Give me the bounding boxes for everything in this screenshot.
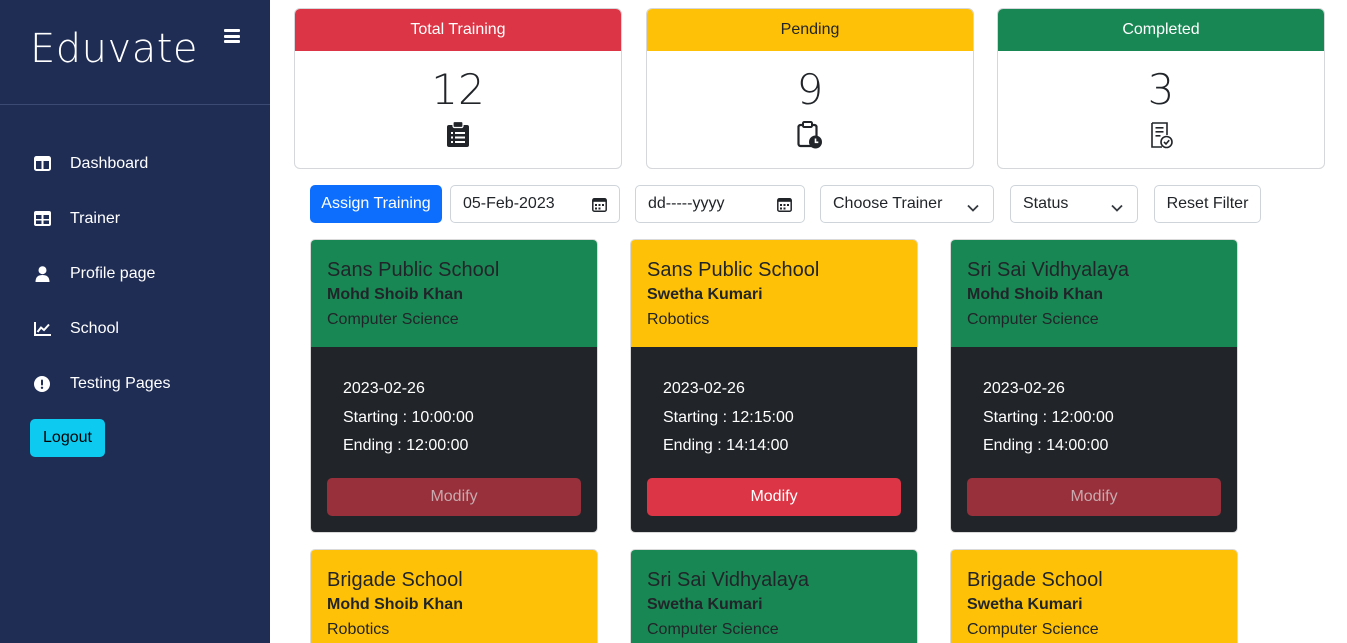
sidebar-item-label: Profile page <box>70 264 156 282</box>
stat-card-total: Total Training 12 <box>294 8 622 169</box>
date-from-input[interactable]: 05-Feb-2023 <box>450 185 620 223</box>
training-card: Brigade School Mohd Shoib Khan Robotics <box>310 549 598 643</box>
modify-button: Modify <box>967 478 1221 516</box>
sidebar-item-dashboard[interactable]: Dashboard <box>0 136 270 191</box>
training-card-header: Brigade School Mohd Shoib Khan Robotics <box>311 550 597 643</box>
training-card-body: 2023-02-26 Starting : 10:00:00 Ending : … <box>311 347 597 532</box>
training-trainer: Mohd Shoib Khan <box>967 286 1103 303</box>
training-card-header: Sans Public School Swetha Kumari Robotic… <box>631 240 917 347</box>
sidebar-item-trainer[interactable]: Trainer <box>0 191 270 246</box>
logout-button[interactable]: Logout <box>30 419 105 457</box>
training-card: Sri Sai Vidhyalaya Swetha Kumari Compute… <box>630 549 918 643</box>
training-school: Sans Public School <box>647 259 820 281</box>
stat-value: 9 <box>796 65 824 114</box>
calendar-icon[interactable] <box>777 197 792 217</box>
stat-label: Completed <box>998 9 1324 51</box>
stat-label: Pending <box>647 9 973 51</box>
date-to-value: dd-----yyyy <box>648 195 725 212</box>
exclamation-circle-icon <box>33 375 51 393</box>
date-from-value: 05-Feb-2023 <box>463 195 555 212</box>
reset-filter-button[interactable]: Reset Filter <box>1154 185 1261 223</box>
training-school: Brigade School <box>327 569 463 591</box>
training-subject: Computer Science <box>327 311 459 328</box>
training-trainer: Swetha Kumari <box>647 286 763 303</box>
modify-button[interactable]: Modify <box>647 478 901 516</box>
sidebar-item-school[interactable]: School <box>0 301 270 356</box>
training-end-time: Ending : 14:14:00 <box>663 437 789 454</box>
training-card-header: Sri Sai Vidhyalaya Mohd Shoib Khan Compu… <box>951 240 1237 347</box>
sidebar-item-testing-pages[interactable]: Testing Pages <box>0 356 270 411</box>
sidebar: Eduvate Dashboard Trainer Profile page S… <box>0 0 270 643</box>
training-date: 2023-02-26 <box>663 380 745 397</box>
training-school: Sri Sai Vidhyalaya <box>647 569 809 591</box>
assign-training-button[interactable]: Assign Training <box>310 185 442 223</box>
training-start-time: Starting : 10:00:00 <box>343 408 474 426</box>
training-school: Brigade School <box>967 569 1103 591</box>
training-end-time: Ending : 14:00:00 <box>983 437 1109 454</box>
training-card: Sans Public School Mohd Shoib Khan Compu… <box>310 239 598 533</box>
training-card: Sans Public School Swetha Kumari Robotic… <box>630 239 918 533</box>
training-start-time: Starting : 12:00:00 <box>983 408 1114 426</box>
training-trainer: Swetha Kumari <box>647 596 763 613</box>
training-subject: Computer Science <box>967 621 1099 638</box>
training-subject: Computer Science <box>967 311 1099 328</box>
training-school: Sans Public School <box>327 259 500 281</box>
stat-label: Total Training <box>295 9 621 51</box>
stat-card-completed: Completed 3 <box>997 8 1325 169</box>
modify-button: Modify <box>327 478 581 516</box>
stat-value: 3 <box>1147 65 1175 114</box>
date-to-input[interactable]: dd-----yyyy <box>635 185 805 223</box>
training-trainer: Mohd Shoib Khan <box>327 286 463 303</box>
training-subject: Computer Science <box>647 621 779 638</box>
clipboard-check-icon <box>998 121 1324 149</box>
training-subject: Robotics <box>327 621 390 638</box>
sidebar-item-label: Testing Pages <box>70 374 171 392</box>
clipboard-list-icon <box>295 121 621 147</box>
training-trainer: Mohd Shoib Khan <box>327 596 463 613</box>
stat-card-pending: Pending 9 <box>646 8 974 169</box>
training-school: Sri Sai Vidhyalaya <box>967 259 1129 281</box>
training-date: 2023-02-26 <box>983 380 1065 397</box>
training-card-header: Brigade School Swetha Kumari Computer Sc… <box>951 550 1237 643</box>
training-card-header: Sans Public School Mohd Shoib Khan Compu… <box>311 240 597 347</box>
training-card-body: 2023-02-26 Starting : 12:15:00 Ending : … <box>631 347 917 532</box>
training-trainer: Swetha Kumari <box>967 596 1083 613</box>
chart-line-icon <box>33 320 51 338</box>
stat-value: 12 <box>431 65 485 114</box>
chevron-down-icon <box>1111 199 1123 217</box>
menu-toggle-icon[interactable] <box>224 29 240 43</box>
training-date: 2023-02-26 <box>343 380 425 397</box>
trainer-select[interactable]: Choose Trainer <box>820 185 994 223</box>
sidebar-nav: Dashboard Trainer Profile page School Te… <box>0 136 270 411</box>
sidebar-divider <box>0 104 270 105</box>
person-icon <box>33 265 51 283</box>
chevron-down-icon <box>967 199 979 217</box>
layout-icon <box>33 155 51 173</box>
sidebar-item-label: School <box>70 319 119 337</box>
trainer-select-value: Choose Trainer <box>833 195 943 212</box>
training-start-time: Starting : 12:15:00 <box>663 408 794 426</box>
training-subject: Robotics <box>647 311 710 328</box>
brand-logo[interactable]: Eduvate <box>30 26 198 72</box>
sidebar-item-profile[interactable]: Profile page <box>0 246 270 301</box>
training-card: Sri Sai Vidhyalaya Mohd Shoib Khan Compu… <box>950 239 1238 533</box>
status-select[interactable]: Status <box>1010 185 1138 223</box>
clipboard-clock-icon <box>647 121 973 149</box>
training-end-time: Ending : 12:00:00 <box>343 437 469 454</box>
sidebar-item-label: Trainer <box>70 209 121 227</box>
training-card-header: Sri Sai Vidhyalaya Swetha Kumari Compute… <box>631 550 917 643</box>
table-icon <box>33 210 51 228</box>
training-card-body: 2023-02-26 Starting : 12:00:00 Ending : … <box>951 347 1237 532</box>
calendar-icon[interactable] <box>592 197 607 217</box>
training-card: Brigade School Swetha Kumari Computer Sc… <box>950 549 1238 643</box>
sidebar-item-label: Dashboard <box>70 154 149 172</box>
status-select-value: Status <box>1023 195 1069 212</box>
